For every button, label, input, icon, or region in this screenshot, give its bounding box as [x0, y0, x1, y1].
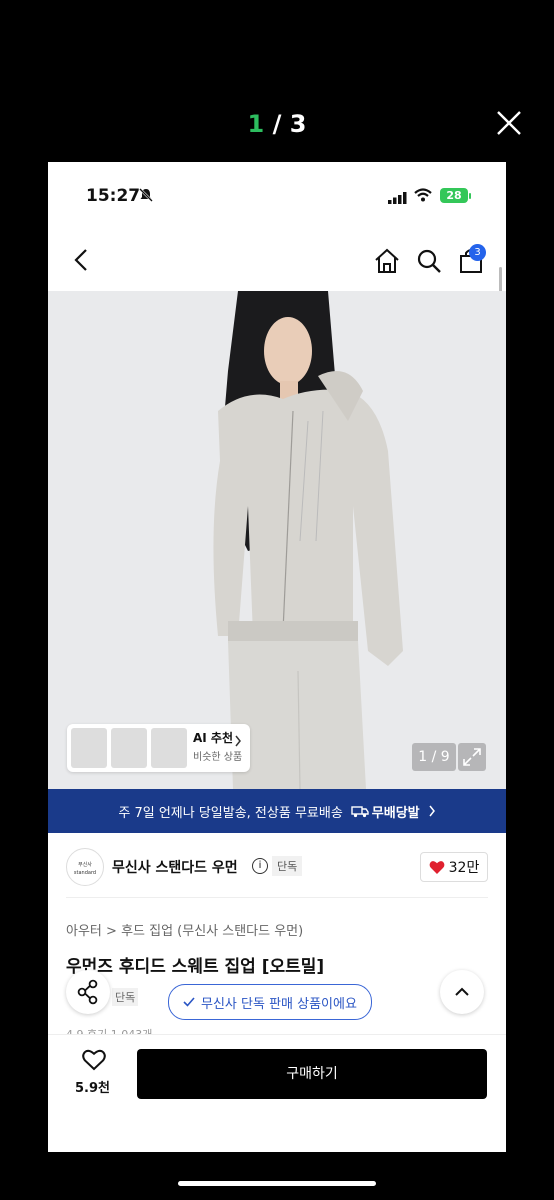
- likes-count: 32만: [448, 860, 480, 876]
- exclusive-tag: 단독: [272, 856, 303, 876]
- heart-outline-icon[interactable]: [82, 1049, 106, 1075]
- exclusive-sale-pill[interactable]: 무신사 단독 판매 상품이에요: [168, 984, 372, 1020]
- truck-icon: [351, 806, 369, 818]
- likes-button[interactable]: 32만: [420, 852, 488, 882]
- exclusive-label: 단독: [112, 988, 139, 1006]
- shipping-badge-label: 무배당발: [371, 805, 420, 821]
- bell-muted-icon: [138, 187, 154, 207]
- battery-tip: [469, 193, 471, 199]
- exclusive-sale-text: 무신사 단독 판매 상품이에요: [201, 996, 357, 1012]
- breadcrumb-item[interactable]: 후드 집업 (무신사 스탠다드 우먼): [121, 924, 303, 939]
- search-icon[interactable]: [414, 246, 444, 276]
- recommendation-thumb-2[interactable]: [111, 728, 147, 768]
- buy-button[interactable]: 구매하기: [137, 1049, 487, 1099]
- expand-icon[interactable]: [458, 743, 486, 771]
- product-image[interactable]: [48, 291, 506, 789]
- pager-total: 3: [289, 110, 307, 138]
- phone-screenshot: 15:27 28 3 AI 추천 비슷한 상품 1 / 9 주 7일 언제나 당…: [48, 162, 506, 1152]
- ai-recommendation-title: AI 추천: [193, 731, 234, 745]
- close-icon[interactable]: [494, 108, 524, 138]
- ai-recommendation-subtitle: 비슷한 상품: [193, 752, 243, 763]
- wishlist-count: 5.9천: [75, 1081, 110, 1096]
- back-chevron-icon[interactable]: [70, 246, 94, 274]
- home-icon[interactable]: [372, 246, 402, 276]
- bottom-action-bar: 5.9천 구매하기: [48, 1034, 506, 1152]
- pager-separator: /: [264, 110, 290, 138]
- shipping-badge: 무배당발: [351, 802, 420, 821]
- shipping-banner[interactable]: 주 7일 언제나 당일발송, 전상품 무료배송 무배당발: [48, 789, 506, 833]
- chevron-right-icon: [429, 805, 435, 817]
- divider: [66, 897, 488, 898]
- recommendation-thumb-3[interactable]: [151, 728, 187, 768]
- signal-icon: [388, 189, 408, 208]
- breadcrumb: 아우터 > 후드 집업 (무신사 스탠다드 우먼): [66, 920, 303, 939]
- share-icon[interactable]: [66, 970, 110, 1014]
- heart-filled-icon: [429, 860, 445, 874]
- image-counter: 1 / 9: [412, 743, 456, 771]
- scroll-top-icon[interactable]: [440, 970, 484, 1014]
- shipping-text: 주 7일 언제나 당일발송, 전상품 무료배송: [118, 805, 343, 821]
- check-icon: [183, 997, 195, 1007]
- home-indicator[interactable]: [178, 1181, 376, 1186]
- brand-name[interactable]: 무신사 스탠다드 우먼: [112, 857, 238, 877]
- battery-level: 28: [440, 188, 468, 203]
- brand-logo[interactable]: 무신사 standard: [66, 848, 104, 886]
- ai-recommendation-card[interactable]: AI 추천 비슷한 상품: [67, 724, 250, 772]
- rating-summary: 4.9 후기 1,043개: [66, 1026, 152, 1034]
- status-time: 15:27: [86, 186, 141, 206]
- recommendation-thumb-1[interactable]: [71, 728, 107, 768]
- cart-count-badge: 3: [469, 244, 486, 261]
- breadcrumb-item[interactable]: 아우터: [66, 924, 102, 939]
- wifi-icon: [414, 187, 432, 206]
- breadcrumb-separator: >: [106, 924, 122, 939]
- pager-current: 1: [247, 110, 265, 138]
- brand-logo-text: 무신사 standard: [73, 862, 97, 876]
- info-icon[interactable]: i: [252, 858, 268, 874]
- image-pager: 1 / 3: [0, 110, 554, 138]
